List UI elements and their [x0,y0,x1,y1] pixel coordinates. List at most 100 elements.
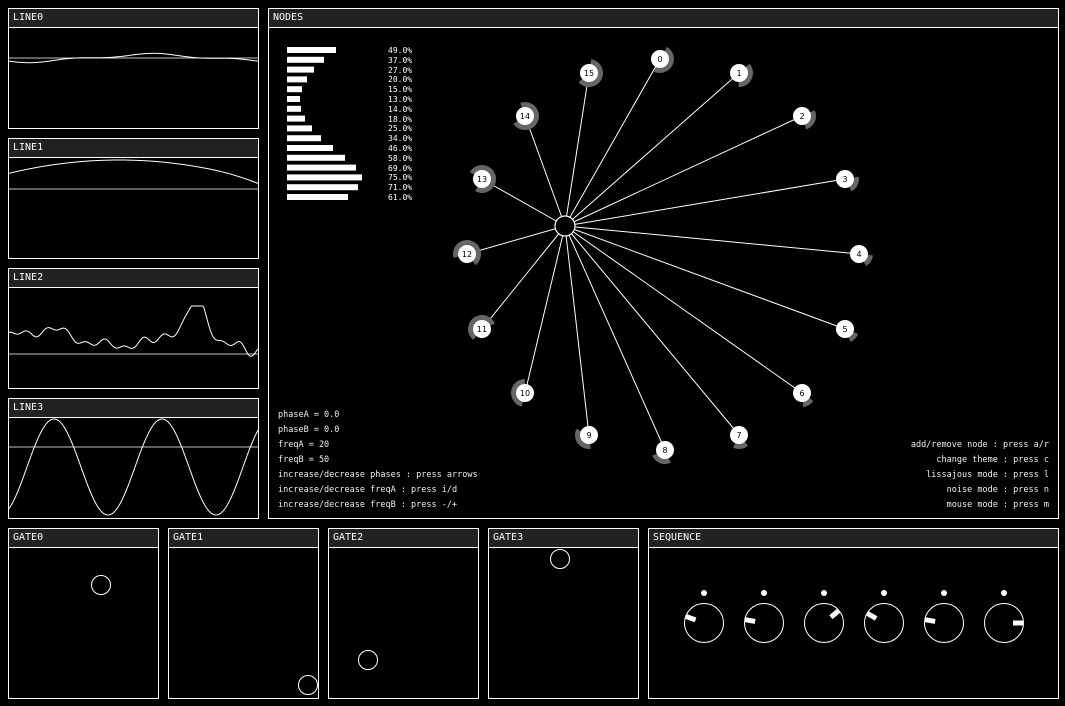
level-bar-label: 58.0% [388,153,413,163]
nodes-panel[interactable]: NODES 0 1 2 3 4 5 6 7 8 9 10 11 12 13 14 15 phaseA = 0.… [268,8,1059,519]
level-bar-label: 61.0% [388,193,413,202]
nodes-title: NODES [269,9,1058,28]
knob-pointer [924,617,936,624]
node-link [564,72,590,227]
gate3-panel[interactable]: GATE3 [488,528,639,699]
node-link [564,115,803,227]
sequence-knobs[interactable] [649,548,1058,698]
phases-hint: increase/decrease phases : press arrows [278,470,478,480]
line0-title: LINE0 [9,9,258,28]
level-bar-label: 75.0% [388,173,413,183]
graph-node-label: 0 [657,55,662,64]
graph-node-label: 2 [799,112,804,121]
knob-indicator-dot [761,590,767,596]
line1-panel: LINE1 [8,138,259,259]
graph-node-label: 13 [477,175,487,184]
node-link [564,178,846,227]
gate3-title: GATE3 [489,529,638,548]
phase-a-readout: phaseA = 0.0 [278,410,340,420]
graph-node-label: 12 [462,250,472,259]
graph-node-label: 10 [520,389,530,398]
knob-indicator-dot [881,590,887,596]
line3-panel: LINE3 [8,398,259,519]
gate3-ball[interactable] [550,549,570,569]
level-bar-label: 46.0% [388,144,413,153]
lissajous-hint: lissajous mode : press l [926,470,1049,480]
level-bar-label: 71.0% [388,183,413,193]
graph-node-label: 15 [584,69,594,78]
gate0-panel[interactable]: GATE0 [8,528,159,699]
node-link [466,225,566,255]
gate2-title: GATE2 [329,529,478,548]
knob-pointer [866,611,878,621]
freq-b-hint: increase/decrease freqB : press -/+ [278,500,458,510]
gate0-title: GATE0 [9,529,158,548]
graph-node-label: 3 [842,175,847,184]
knob-indicator-dot [941,590,947,596]
node-link [524,115,566,227]
node-link [564,58,661,227]
sequence-panel[interactable]: SEQUENCE [648,528,1059,699]
level-bar-label: 25.0% [388,124,413,134]
node-link [564,225,666,451]
gate3-area[interactable] [489,548,638,698]
graph-node-label: 5 [842,325,847,334]
line3-scope [9,418,258,516]
sequence-knob[interactable] [804,603,844,643]
graph-node-label: 1 [736,69,741,78]
level-bar-label: 27.0% [388,65,413,75]
graph-node-label: 4 [856,250,861,259]
level-bar-label: 49.0% [388,46,413,55]
knob-indicator-dot [821,590,827,596]
level-bar-label: 20.0% [388,75,413,85]
level-bar-label: 13.0% [388,95,413,104]
gate2-area[interactable] [329,548,478,698]
level-bar-label: 34.0% [388,134,413,144]
freq-a-hint: increase/decrease freqA : press i/d [278,485,458,495]
line2-scope [9,305,258,357]
gate0-ball[interactable] [91,575,111,595]
gate1-ball[interactable] [298,675,318,695]
sequence-knob[interactable] [684,603,724,643]
line3-title: LINE3 [9,399,258,418]
noise-hint: noise mode : press n [946,485,1049,495]
gate0-area[interactable] [9,548,158,698]
graph-node-label: 14 [520,112,530,121]
theme-hint: change theme : press c [936,455,1049,465]
freq-b-readout: freqB = 50 [278,455,330,465]
line2-title: LINE2 [9,269,258,288]
graph-node-label: 11 [477,325,487,334]
level-bar-label: 69.0% [388,163,413,173]
knob-pointer [685,614,697,623]
line1-scope [9,159,258,190]
knob-pointer [744,617,756,624]
node-link [564,225,846,330]
node-link [564,225,860,255]
level-bar-label: 15.0% [388,85,413,95]
sequence-title: SEQUENCE [649,529,1058,548]
level-bar-label: 18.0% [388,114,413,124]
gate1-title: GATE1 [169,529,318,548]
add-remove-hint: add/remove node : press a/r [910,440,1049,450]
level-bar-label: 14.0% [388,104,413,114]
mouse-hint: mouse mode : press m [946,500,1049,510]
knob-indicator-dot [1001,590,1007,596]
knob-pointer [829,608,841,620]
line0-scope [9,52,258,64]
freq-a-readout: freqA = 20 [278,440,330,450]
line0-panel: LINE0 [8,8,259,129]
graph-hub[interactable] [554,215,576,237]
knob-indicator-dot [701,590,707,596]
gate1-area[interactable] [169,548,318,698]
line1-title: LINE1 [9,139,258,158]
gate2-panel[interactable]: GATE2 [328,528,479,699]
node-link [481,178,566,227]
graph-node-label: 9 [586,431,591,440]
node-link [564,72,740,227]
gate1-panel[interactable]: GATE1 [168,528,319,699]
sequence-knob[interactable] [864,603,904,643]
graph-node-label: 8 [662,446,667,455]
graph-node-label: 7 [736,431,741,440]
node-link [564,225,590,436]
gate2-ball[interactable] [358,650,378,670]
